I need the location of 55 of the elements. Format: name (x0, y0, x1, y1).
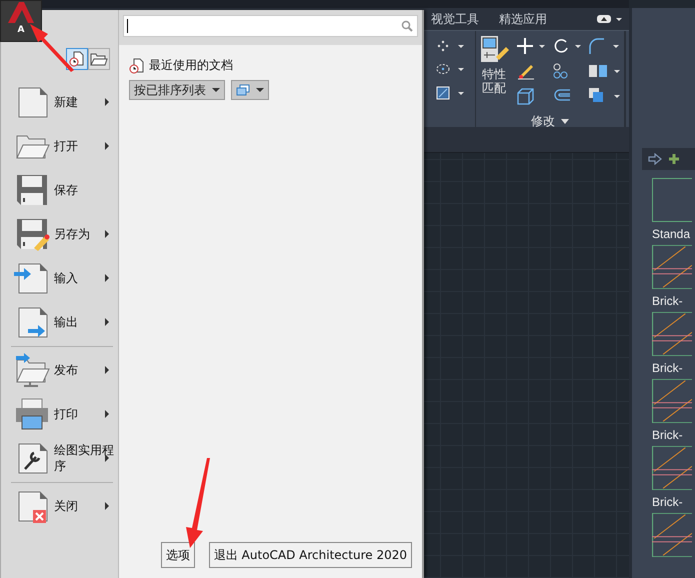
submenu-arrow-icon (104, 142, 109, 150)
menu-item[interactable]: 输出 (1, 300, 118, 344)
menu-item[interactable]: 打印 (1, 392, 118, 436)
menu-item[interactable]: 输入 (1, 256, 118, 300)
menu-item[interactable]: 保存 (1, 168, 118, 212)
stacked-windows-icon (236, 84, 250, 96)
application-button[interactable]: A (0, 0, 42, 42)
submenu-arrow-icon (104, 366, 109, 374)
submenu-arrow-icon (104, 318, 109, 326)
open-documents-toggle[interactable] (88, 48, 110, 70)
recent-documents-toggle[interactable] (66, 48, 88, 70)
recent-documents-icon (128, 58, 145, 74)
ribbon-tab[interactable]: 视觉工具 (431, 10, 479, 28)
menu-item[interactable]: 绘图实用程序 (1, 436, 118, 480)
search-field[interactable] (122, 15, 418, 37)
wall-style-thumbnail[interactable] (652, 178, 692, 222)
submenu-arrow-icon (104, 230, 109, 238)
annotation-arrow (30, 24, 76, 72)
brick-wall-thumbnail[interactable] (652, 245, 692, 289)
submenu-arrow-icon (104, 274, 109, 282)
folder-arrow-icon (14, 352, 50, 388)
arrow-right-icon[interactable] (648, 153, 662, 165)
match-properties-icon[interactable] (479, 35, 509, 65)
minimize-ribbon-icon[interactable] (597, 14, 623, 24)
panel-title[interactable]: 修改 (531, 113, 555, 130)
menu-item[interactable]: 另存为 (1, 212, 118, 256)
menu-item[interactable]: 新建 (1, 80, 118, 124)
recent-documents-title: 最近使用的文档 (148, 57, 233, 74)
submenu-arrow-icon (104, 98, 109, 106)
floppy-disk-pencil-icon (14, 216, 50, 252)
menu-item[interactable]: 发布 (1, 348, 118, 392)
wall-style-label: Brick- (652, 495, 684, 509)
match-properties-label[interactable]: 特性 匹配 (482, 67, 506, 95)
brick-wall-thumbnail[interactable] (652, 446, 692, 490)
brick-wall-thumbnail[interactable] (652, 513, 692, 557)
menu-button[interactable]: 退出 AutoCAD Architecture 2020 (208, 542, 412, 568)
menu-button[interactable]: 选项 (160, 542, 195, 568)
brick-wall-thumbnail[interactable] (652, 379, 692, 423)
submenu-arrow-icon (104, 454, 109, 462)
app-logo (6, 1, 36, 25)
submenu-arrow-icon (104, 410, 109, 418)
brick-wall-thumbnail[interactable] (652, 312, 692, 356)
sort-dropdown[interactable]: 按已排序列表 (128, 80, 225, 100)
ribbon-tab[interactable]: 精选应用 (499, 10, 547, 28)
submenu-arrow-icon (104, 502, 109, 510)
menu-item[interactable]: 关闭 (1, 484, 118, 528)
printer-icon (14, 396, 50, 432)
search-icon[interactable] (401, 20, 413, 32)
wall-style-label: Standa (652, 227, 692, 241)
wall-style-label: Brick- (652, 428, 684, 442)
wall-style-label: Brick- (652, 294, 684, 308)
menu-item[interactable]: 打开 (1, 124, 118, 168)
wall-style-label: Brick- (652, 361, 684, 375)
plus-icon[interactable] (668, 153, 680, 165)
display-dropdown[interactable] (230, 80, 269, 100)
